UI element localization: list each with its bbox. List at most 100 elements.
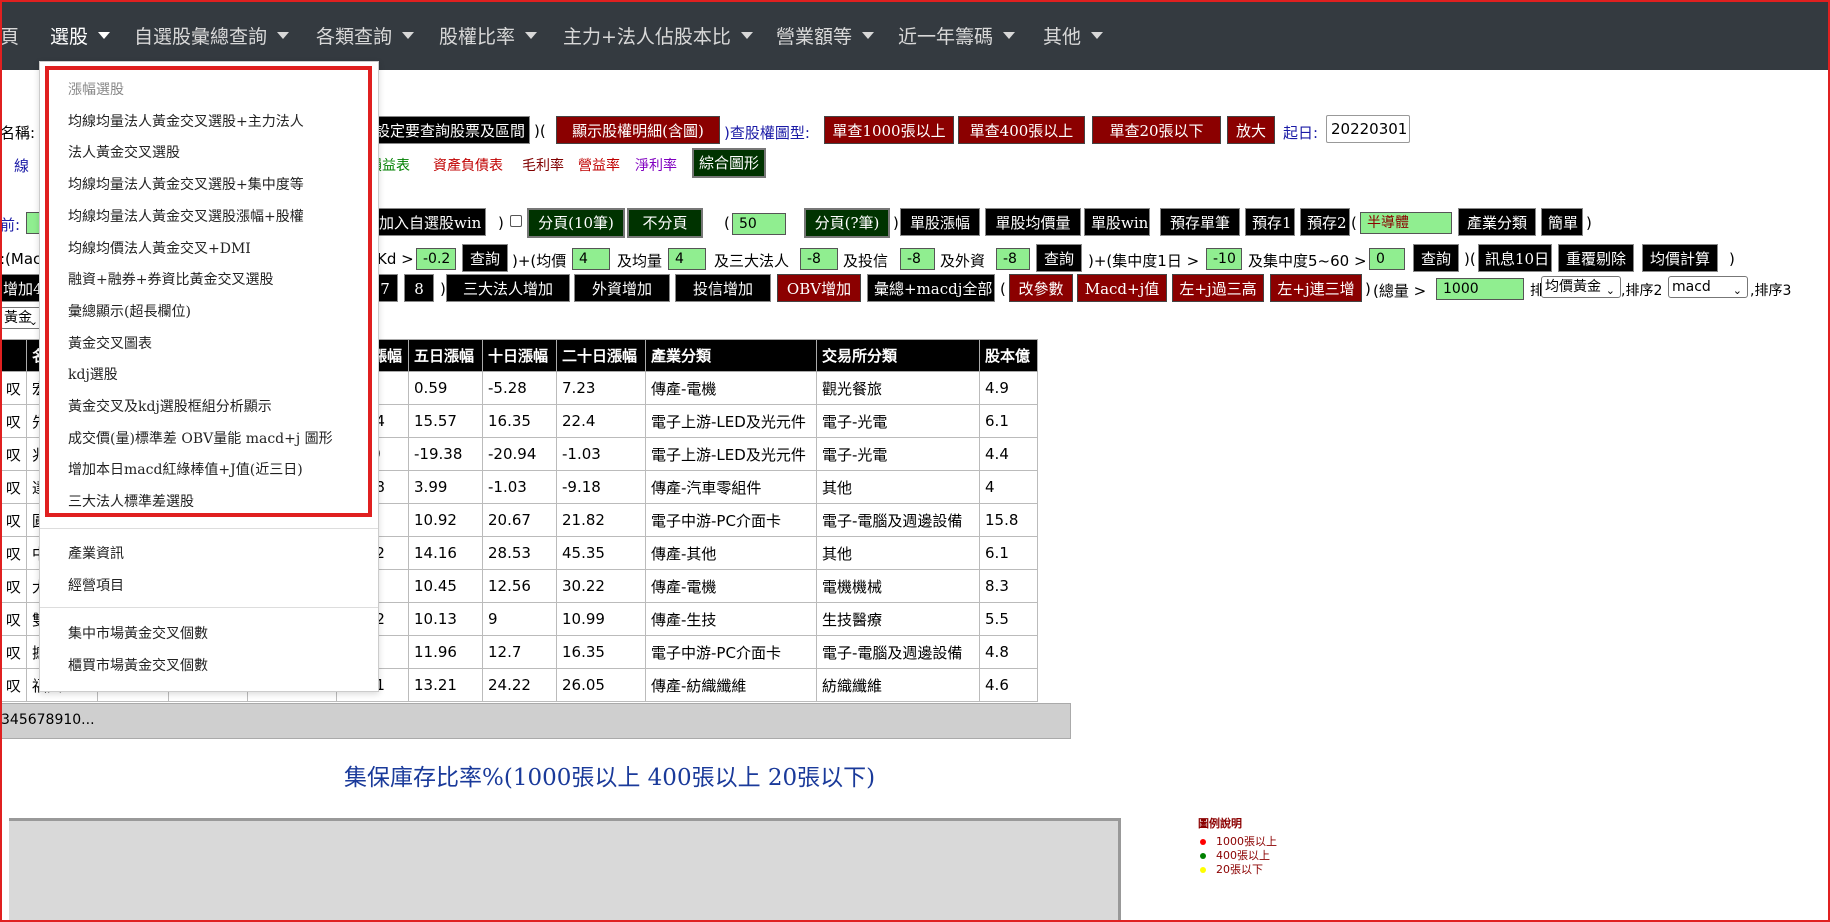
institutions-input[interactable]: -8 <box>800 248 838 270</box>
table-cell: 6.1 <box>979 404 1039 438</box>
table-cell: 8.3 <box>979 569 1039 603</box>
avg-price-input[interactable]: 4 <box>572 248 610 270</box>
page-size-input[interactable]: 50 <box>732 213 786 235</box>
industry-button[interactable]: 產業分類 <box>1458 208 1536 236</box>
nav-item-chips[interactable]: 近一年籌碼 <box>898 22 1016 49</box>
avg-vol-input[interactable]: 4 <box>668 248 706 270</box>
foreign-input[interactable]: -8 <box>996 248 1030 270</box>
chevron-down-icon: ⌄ <box>1605 284 1615 297</box>
menu-highlight-box <box>45 66 372 517</box>
increase-4-button[interactable]: 增加4 <box>0 274 43 302</box>
operating-margin-link[interactable]: 營益率 <box>578 155 620 175</box>
nav-item-revenue[interactable]: 營業額等 <box>776 22 875 49</box>
caret-down-icon <box>277 31 290 39</box>
concentration-label: )+(集中度1日 > <box>1088 252 1200 270</box>
menu-item[interactable]: 經營項目 <box>68 575 124 595</box>
table-cell: 電子中游-PC介面卡 <box>645 635 818 669</box>
pager-links[interactable]: 345678910... <box>1 712 95 728</box>
total-volume-input[interactable]: 1000 <box>1436 278 1524 300</box>
foreign-increase-button[interactable]: 外資增加 <box>574 274 670 302</box>
dedup-button[interactable]: 重覆剔除 <box>1558 244 1634 272</box>
query-button-3[interactable]: 查詢 <box>1413 244 1459 272</box>
set-query-button[interactable]: 設定要查詢股票及區間 <box>368 116 530 144</box>
concentration-1d-input[interactable]: -10 <box>1206 248 1242 270</box>
semiconductor-input[interactable]: 半導體 <box>1360 212 1452 234</box>
add-watchlist-button[interactable]: 加入自選股win <box>372 208 486 236</box>
line-link[interactable]: 線 <box>14 155 29 176</box>
legend-item-20: 20張以下 <box>1200 861 1263 877</box>
col-header-exchange: 交易所分類 <box>816 339 981 372</box>
kd-input[interactable]: -0.2 <box>416 248 456 270</box>
combined-chart-button[interactable]: 綜合圖形 <box>692 148 766 178</box>
query-20-button[interactable]: 單查20張以下 <box>1092 116 1221 144</box>
page-10-button[interactable]: 分頁(10筆) <box>527 208 625 238</box>
nav-item-stock-pick[interactable]: 選股 <box>50 22 111 49</box>
nav-item-query[interactable]: 各類查詢 <box>316 22 415 49</box>
net-margin-link[interactable]: 淨利率 <box>635 155 677 175</box>
institutions-increase-button[interactable]: 三大法人增加 <box>446 274 570 302</box>
summary-macdj-button[interactable]: 彙總+macdj全部 <box>867 274 995 302</box>
trust-increase-button[interactable]: 投信增加 <box>675 274 771 302</box>
pre-save-button[interactable]: 預存單筆 <box>1160 208 1240 236</box>
table-cell: 叹 <box>0 536 28 570</box>
sort1-select[interactable]: 均價黃金 ⌄ <box>1541 276 1621 298</box>
table-cell: -19.38 <box>408 437 484 471</box>
single-gain-button[interactable]: 單股漲幅 <box>900 208 980 236</box>
trust-input[interactable]: -8 <box>900 248 935 270</box>
nav-item-watchlist-summary[interactable]: 自選股彙總查詢 <box>134 22 290 49</box>
table-cell: 4.6 <box>979 668 1039 702</box>
menu-item[interactable]: 產業資訊 <box>68 543 124 563</box>
balance-sheet-link[interactable]: 資產負債表 <box>433 155 503 175</box>
chevron-down-icon: ⌄ <box>1732 284 1742 297</box>
filter-select[interactable]: 黃金 ⌄ <box>0 307 44 329</box>
table-cell: 16.35 <box>556 635 647 669</box>
table-cell: 傳產-電機 <box>645 569 818 603</box>
sort2-select[interactable]: macd ⌄ <box>1668 276 1748 298</box>
table-cell: 15.8 <box>979 503 1039 537</box>
checkbox[interactable] <box>510 215 522 227</box>
query-1000-button[interactable]: 單查1000張以上 <box>824 116 954 144</box>
nav-item-home[interactable]: 頁 <box>0 22 19 49</box>
macd-j-button[interactable]: Macd+j值 <box>1077 274 1167 302</box>
table-cell: -20.94 <box>482 437 558 471</box>
query-button-2[interactable]: 查詢 <box>1036 244 1082 272</box>
change-params-button[interactable]: 改參數 <box>1009 274 1073 302</box>
pre-save-1-button[interactable]: 預存1 <box>1245 208 1295 236</box>
simple-button[interactable]: 簡單 <box>1541 208 1583 236</box>
no-page-button[interactable]: 不分頁 <box>627 208 703 238</box>
table-cell: 10.99 <box>556 602 647 636</box>
table-cell: 電子上游-LED及光元件 <box>645 437 818 471</box>
total-label: (總量 > <box>1373 282 1427 300</box>
query-button[interactable]: 查詢 <box>462 244 508 272</box>
num-8-button[interactable]: 8 <box>404 274 434 302</box>
table-cell: 叹 <box>0 437 28 471</box>
table-cell: 電子-光電 <box>816 437 981 471</box>
caret-down-icon <box>1003 31 1016 39</box>
nav-item-equity-ratio[interactable]: 股權比率 <box>439 22 538 49</box>
gross-margin-link[interactable]: 毛利率 <box>522 155 564 175</box>
pre-save-2-button[interactable]: 預存2 <box>1300 208 1350 236</box>
message-10d-button[interactable]: 訊息10日 <box>1478 244 1552 272</box>
nav-item-other[interactable]: 其他 <box>1043 22 1104 49</box>
obv-increase-button[interactable]: OBV增加 <box>777 274 861 302</box>
menu-item[interactable]: 集中市場黃金交叉個數 <box>68 623 208 643</box>
page-n-button[interactable]: 分頁(?筆) <box>804 208 890 238</box>
concentration-5-60-input[interactable]: 0 <box>1369 248 1405 270</box>
table-cell: 其他 <box>816 470 981 504</box>
left-j-3high-button[interactable]: 左+j過三高 <box>1172 274 1264 302</box>
col-header-industry: 產業分類 <box>645 339 818 372</box>
nav-item-major-ratio[interactable]: 主力+法人佔股本比 <box>563 22 753 49</box>
table-cell: 45.35 <box>556 536 647 570</box>
show-equity-detail-button[interactable]: 顯示股權明細(含圖) <box>556 116 720 144</box>
avg-calc-button[interactable]: 均價計算 <box>1642 244 1718 272</box>
left-j-3inc-button[interactable]: 左+j連三增 <box>1270 274 1362 302</box>
menu-item[interactable]: 櫃買市場黃金交叉個數 <box>68 655 208 675</box>
table-cell: 電子-電腦及週邊設備 <box>816 635 981 669</box>
table-cell: 4 <box>979 470 1039 504</box>
zoom-button[interactable]: 放大 <box>1227 116 1275 144</box>
start-date-input[interactable]: 20220301 <box>1326 115 1410 143</box>
pager-bar: 345678910... <box>0 703 1071 739</box>
single-win-button[interactable]: 單股win <box>1084 208 1150 236</box>
query-400-button[interactable]: 單查400張以上 <box>958 116 1085 144</box>
single-avg-button[interactable]: 單股均價量 <box>985 208 1081 236</box>
